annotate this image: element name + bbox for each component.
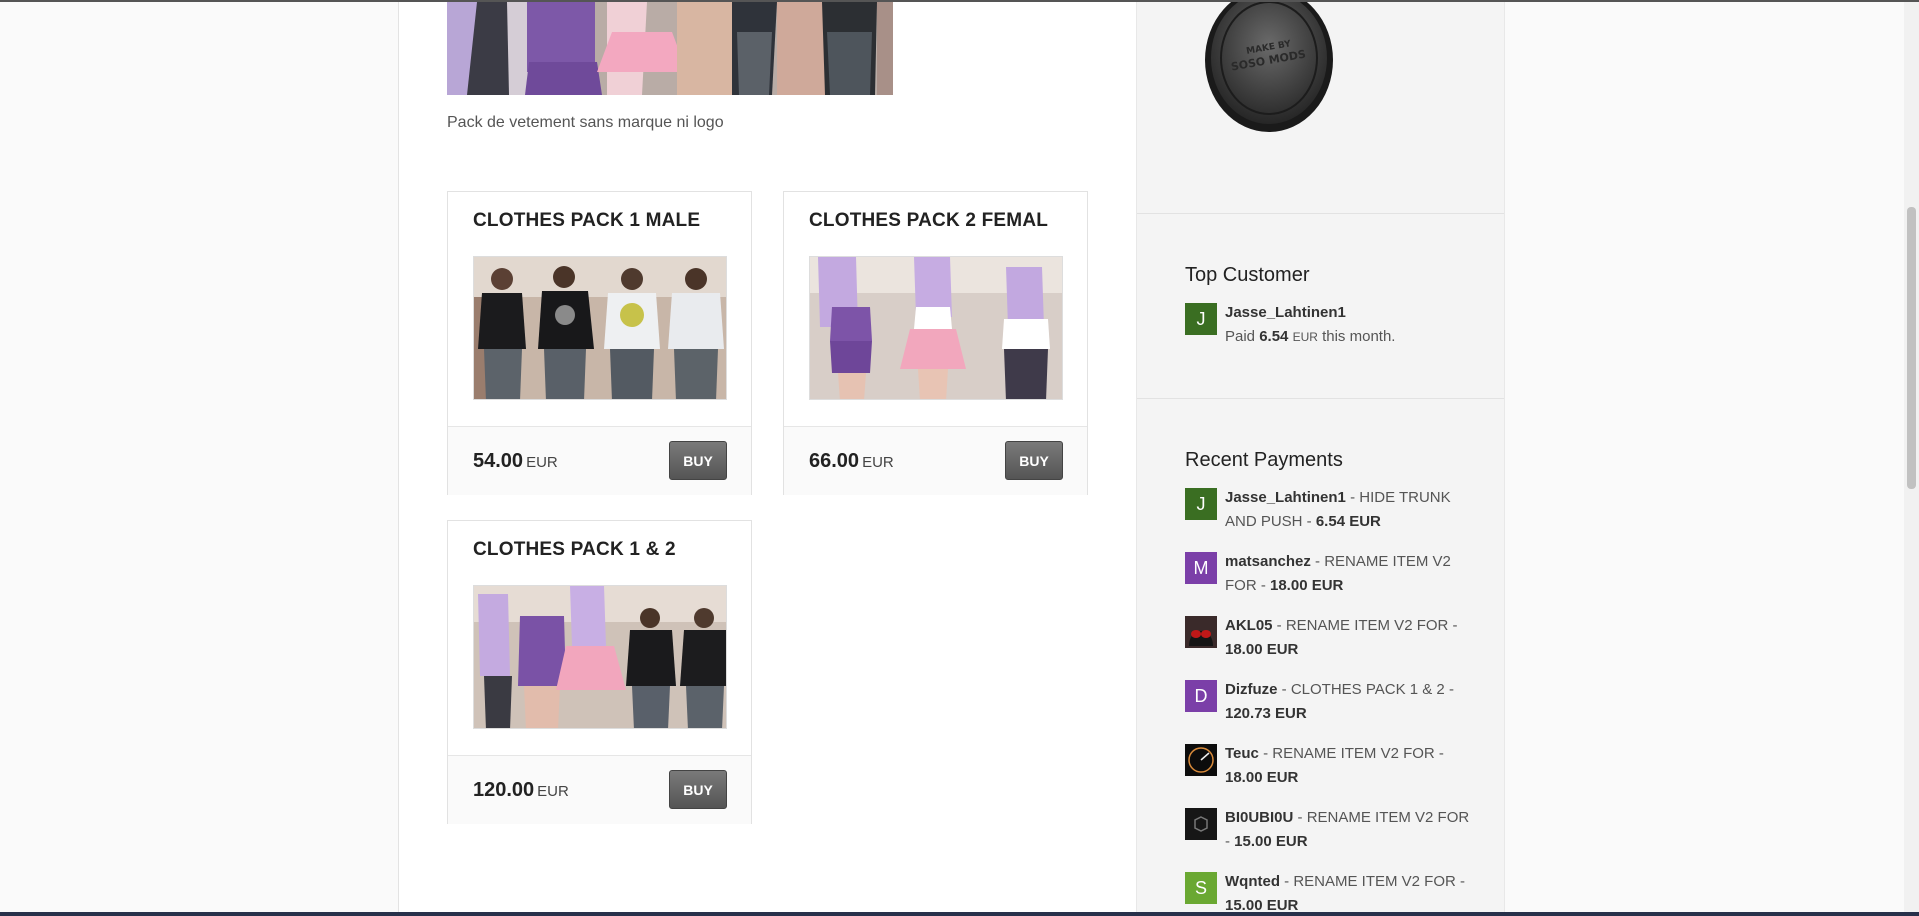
payment-item: - RENAME ITEM V2 FOR - bbox=[1258, 745, 1444, 762]
product-footer: 66.00 EUR BUY bbox=[784, 426, 1087, 495]
taskbar-edge bbox=[0, 912, 1919, 916]
product-image-art bbox=[810, 257, 1062, 399]
product-title[interactable]: CLOTHES PACK 1 MALE bbox=[473, 210, 700, 232]
helmet-icon bbox=[1185, 616, 1217, 648]
payment-text: BI0UBI0U - RENAME ITEM V2 FOR - 15.00 EU… bbox=[1225, 806, 1475, 854]
main-content: Pack de vetement sans marque ni logo CLO… bbox=[398, 2, 1136, 912]
product-price: 120.00 EUR bbox=[473, 779, 569, 802]
price-value: 66.00 bbox=[809, 450, 860, 472]
avatar: S bbox=[1185, 872, 1217, 904]
payment-text: Wqnted - RENAME ITEM V2 FOR - 15.00 EUR bbox=[1225, 870, 1475, 916]
paid-amount: 6.54 bbox=[1259, 328, 1289, 345]
cube-icon bbox=[1185, 808, 1217, 840]
payment-text: matsanchez - RENAME ITEM V2 FOR - 18.00 … bbox=[1225, 550, 1475, 598]
soso-mods-badge: MAKE BY SOSO MODS bbox=[1201, 0, 1337, 132]
payer-name[interactable]: Wqnted bbox=[1225, 873, 1280, 890]
paid-suffix: this month. bbox=[1322, 328, 1396, 345]
payer-name[interactable]: matsanchez bbox=[1225, 553, 1311, 570]
payment-text: AKL05 - RENAME ITEM V2 FOR - 18.00 EUR bbox=[1225, 614, 1475, 662]
payment-amount: 6.54 EUR bbox=[1315, 513, 1381, 530]
product-image[interactable] bbox=[473, 256, 727, 400]
page-scrollbar[interactable] bbox=[1904, 2, 1919, 912]
payment-amount: 120.73 EUR bbox=[1225, 705, 1307, 722]
product-image[interactable] bbox=[473, 585, 727, 729]
buy-button[interactable]: BUY bbox=[669, 770, 727, 809]
product-title[interactable]: CLOTHES PACK 2 FEMAL bbox=[809, 210, 1048, 232]
payer-name[interactable]: Jasse_Lahtinen1 bbox=[1225, 489, 1346, 506]
avatar: J bbox=[1185, 488, 1217, 520]
product-image-art bbox=[474, 586, 726, 728]
payment-text: Teuc - RENAME ITEM V2 FOR - 18.00 EUR bbox=[1225, 742, 1475, 790]
product-footer: 120.00 EUR BUY bbox=[448, 755, 751, 824]
paid-prefix: Paid bbox=[1225, 328, 1256, 345]
buy-button[interactable]: BUY bbox=[669, 441, 727, 480]
product-description: Pack de vetement sans marque ni logo bbox=[447, 114, 724, 131]
payment-text: Dizfuze - CLOTHES PACK 1 & 2 - 120.73 EU… bbox=[1225, 678, 1475, 726]
product-title[interactable]: CLOTHES PACK 1 & 2 bbox=[473, 539, 676, 561]
product-price: 54.00 EUR bbox=[473, 450, 558, 473]
price-value: 120.00 bbox=[473, 779, 535, 801]
recent-payments-heading: Recent Payments bbox=[1185, 449, 1343, 471]
payer-name[interactable]: BI0UBI0U bbox=[1225, 809, 1293, 826]
scrollbar-thumb[interactable] bbox=[1907, 207, 1916, 489]
product-card-pack-1-male: CLOTHES PACK 1 MALE 54.00 EUR BUY bbox=[447, 191, 752, 495]
orb-icon bbox=[1185, 744, 1217, 776]
avatar: M bbox=[1185, 552, 1217, 584]
product-image-art bbox=[474, 257, 726, 399]
product-footer: 54.00 EUR BUY bbox=[448, 426, 751, 495]
product-card-pack-1-and-2: CLOTHES PACK 1 & 2 120.00 EUR BUY bbox=[447, 520, 752, 824]
paid-currency: EUR bbox=[1292, 330, 1318, 344]
product-card-pack-2-femal: CLOTHES PACK 2 FEMAL 66.00 EUR BUY bbox=[783, 191, 1088, 495]
top-customer-heading: Top Customer bbox=[1185, 264, 1310, 286]
buy-button[interactable]: BUY bbox=[1005, 441, 1063, 480]
payment-text: Jasse_Lahtinen1 - HIDE TRUNK AND PUSH - … bbox=[1225, 486, 1475, 534]
sidebar-divider bbox=[1137, 398, 1504, 399]
payment-item: - RENAME ITEM V2 FOR - bbox=[1272, 617, 1458, 634]
price-currency: EUR bbox=[526, 454, 558, 471]
payment-amount: 15.00 EUR bbox=[1234, 833, 1308, 850]
price-currency: EUR bbox=[537, 783, 569, 800]
price-currency: EUR bbox=[862, 454, 894, 471]
top-customer-text: Jasse_Lahtinen1 Paid 6.54 EUR this month… bbox=[1225, 301, 1475, 349]
customer-name[interactable]: Jasse_Lahtinen1 bbox=[1225, 304, 1346, 321]
avatar: J bbox=[1185, 303, 1217, 335]
sidebar-divider bbox=[1137, 213, 1504, 214]
avatar bbox=[1185, 616, 1217, 648]
payment-amount: 18.00 EUR bbox=[1225, 769, 1299, 786]
hero-image bbox=[447, 2, 893, 95]
avatar: D bbox=[1185, 680, 1217, 712]
avatar bbox=[1185, 744, 1217, 776]
sidebar: MAKE BY SOSO MODS Top Customer J Jasse_L… bbox=[1136, 0, 1505, 914]
payer-name[interactable]: Teuc bbox=[1225, 745, 1259, 762]
payment-item: - CLOTHES PACK 1 & 2 - bbox=[1277, 681, 1454, 698]
payer-name[interactable]: Dizfuze bbox=[1225, 681, 1278, 698]
badge-logo: MAKE BY SOSO MODS bbox=[1205, 0, 1333, 132]
price-value: 54.00 bbox=[473, 450, 524, 472]
product-image[interactable] bbox=[809, 256, 1063, 400]
hero-image-art bbox=[447, 2, 893, 95]
product-price: 66.00 EUR bbox=[809, 450, 894, 473]
avatar bbox=[1185, 808, 1217, 840]
payment-amount: 18.00 EUR bbox=[1225, 641, 1299, 658]
payment-item: - RENAME ITEM V2 FOR - bbox=[1279, 873, 1465, 890]
payer-name[interactable]: AKL05 bbox=[1225, 617, 1273, 634]
payment-amount: 18.00 EUR bbox=[1270, 577, 1344, 594]
